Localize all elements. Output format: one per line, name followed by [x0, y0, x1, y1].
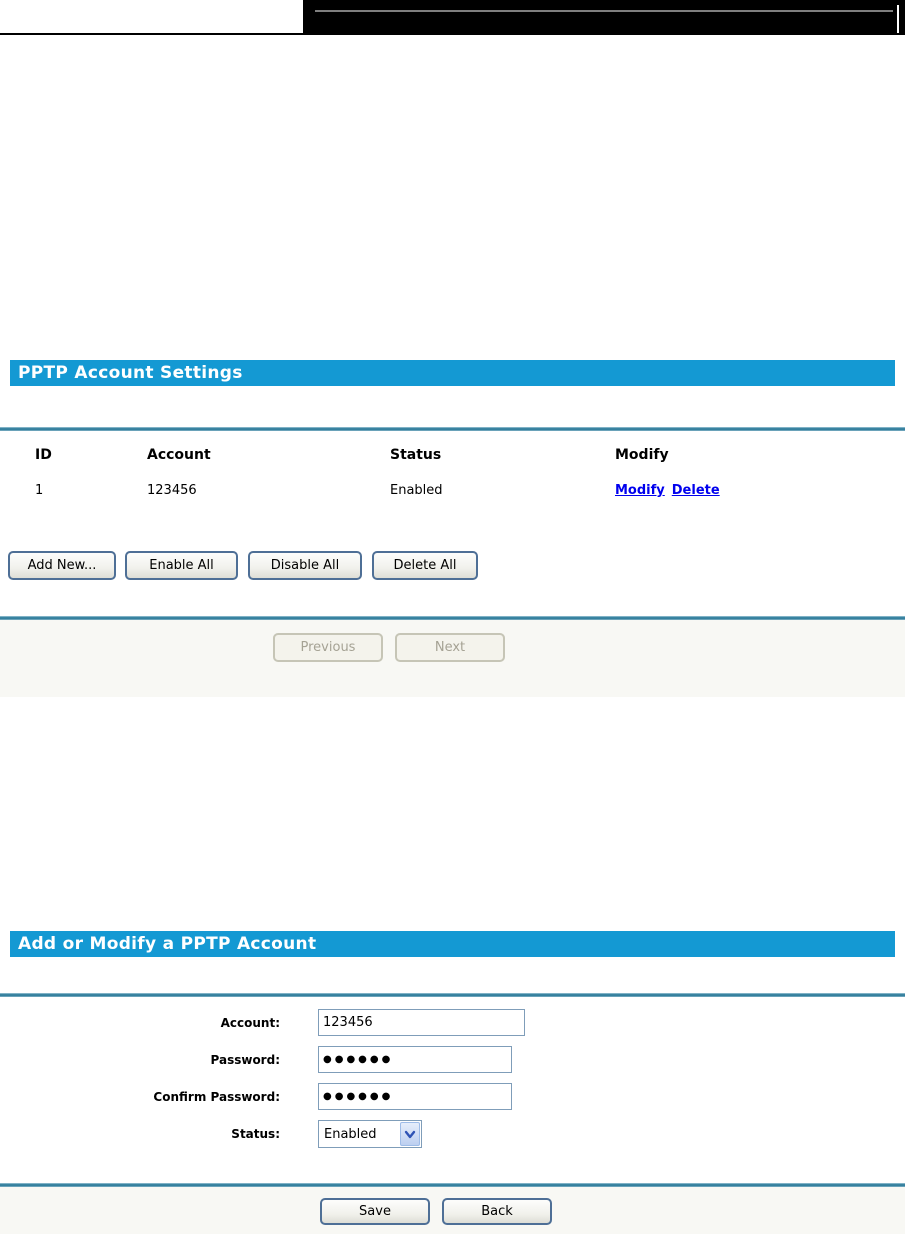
- previous-button[interactable]: Previous: [273, 633, 383, 662]
- row-account: 123456: [147, 483, 197, 498]
- add-new-button[interactable]: Add New...: [8, 551, 116, 580]
- password-field[interactable]: [318, 1046, 512, 1073]
- accounts-table-header: ID Account Status Modify: [32, 447, 835, 463]
- separator-line-form-top: [0, 993, 905, 997]
- top-header-block: [303, 0, 905, 33]
- table-row: 1 123456 Enabled Modify Delete: [32, 483, 835, 498]
- modify-link[interactable]: Modify: [615, 483, 665, 498]
- pptp-settings-title: PPTP Account Settings: [18, 363, 243, 383]
- confirm-password-row: Confirm Password:: [0, 1083, 560, 1110]
- add-modify-title: Add or Modify a PPTP Account: [18, 934, 317, 954]
- col-header-id: ID: [35, 447, 52, 463]
- page: PPTP Account Settings ID Account Status …: [0, 0, 905, 1234]
- delete-all-button[interactable]: Delete All: [372, 551, 478, 580]
- delete-link[interactable]: Delete: [672, 483, 720, 498]
- row-modify-cell: Modify Delete: [615, 483, 835, 498]
- status-select-value: Enabled: [324, 1126, 377, 1142]
- chevron-down-icon[interactable]: [400, 1122, 420, 1146]
- back-button[interactable]: Back: [442, 1198, 552, 1225]
- status-row: Status: Enabled: [0, 1120, 560, 1148]
- top-header-divider: [315, 10, 893, 12]
- account-field[interactable]: [318, 1009, 525, 1036]
- save-button[interactable]: Save: [320, 1198, 430, 1225]
- col-header-status: Status: [390, 447, 442, 463]
- pptp-settings-title-bar: PPTP Account Settings: [10, 360, 895, 386]
- confirm-password-field[interactable]: [318, 1083, 512, 1110]
- next-button[interactable]: Next: [395, 633, 505, 662]
- top-header-tick: [897, 5, 899, 33]
- confirm-password-label: Confirm Password:: [153, 1089, 280, 1104]
- enable-all-button[interactable]: Enable All: [125, 551, 238, 580]
- password-row: Password:: [0, 1046, 560, 1073]
- status-select[interactable]: Enabled: [318, 1120, 422, 1148]
- status-label: Status:: [231, 1127, 280, 1141]
- password-label: Password:: [210, 1052, 281, 1067]
- account-row: Account:: [0, 1009, 560, 1036]
- row-status: Enabled: [390, 483, 443, 498]
- top-horizontal-rule: [0, 33, 905, 35]
- col-header-modify: Modify: [615, 447, 669, 463]
- add-modify-title-bar: Add or Modify a PPTP Account: [10, 931, 895, 957]
- separator-line-top: [0, 427, 905, 431]
- row-id: 1: [35, 483, 44, 498]
- disable-all-button[interactable]: Disable All: [248, 551, 362, 580]
- account-label: Account:: [220, 1015, 280, 1030]
- col-header-account: Account: [147, 447, 211, 463]
